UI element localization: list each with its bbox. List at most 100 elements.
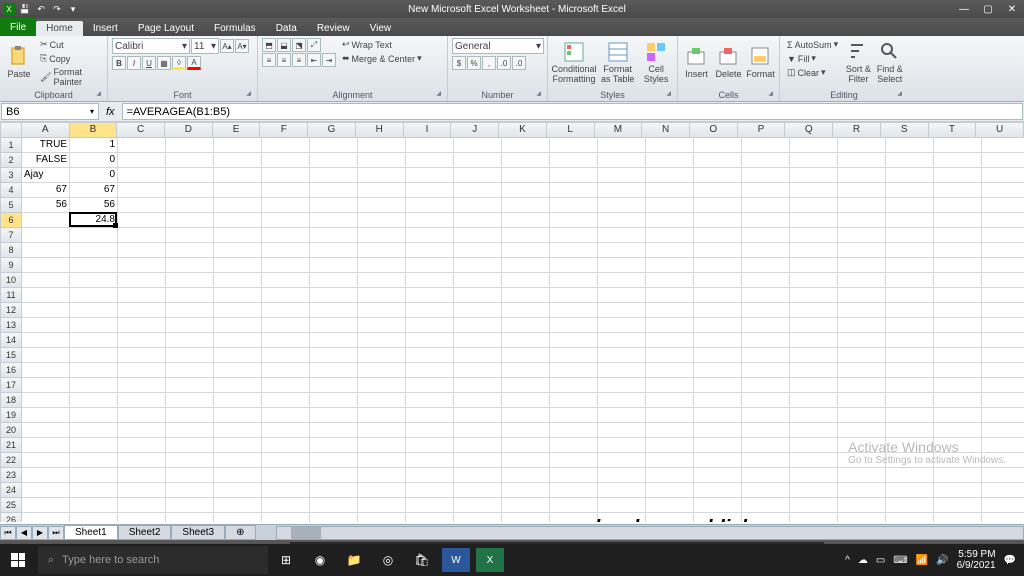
cell-E25[interactable] [214, 498, 262, 513]
name-box[interactable]: B6▾ [1, 103, 99, 120]
row-header-2[interactable]: 2 [0, 153, 22, 168]
cell-L1[interactable] [550, 138, 598, 153]
cell-O26[interactable] [694, 513, 742, 522]
cell-G5[interactable] [310, 198, 358, 213]
col-header-S[interactable]: S [881, 122, 929, 138]
cell-A15[interactable] [22, 348, 70, 363]
cell-E23[interactable] [214, 468, 262, 483]
cell-A8[interactable] [22, 243, 70, 258]
cell-S10[interactable] [886, 273, 934, 288]
cell-R11[interactable] [838, 288, 886, 303]
cell-R13[interactable] [838, 318, 886, 333]
cell-P19[interactable] [742, 408, 790, 423]
cell-H5[interactable] [358, 198, 406, 213]
cell-U9[interactable] [982, 258, 1024, 273]
cell-I21[interactable] [406, 438, 454, 453]
cell-K22[interactable] [502, 453, 550, 468]
col-header-C[interactable]: C [117, 122, 165, 138]
cell-B14[interactable] [70, 333, 118, 348]
inc-decimal-icon[interactable]: .0 [497, 56, 511, 70]
cell-N24[interactable] [646, 483, 694, 498]
tab-review[interactable]: Review [307, 21, 360, 36]
cell-K7[interactable] [502, 228, 550, 243]
cell-F9[interactable] [262, 258, 310, 273]
cell-Q22[interactable] [790, 453, 838, 468]
cell-O4[interactable] [694, 183, 742, 198]
cell-B7[interactable] [70, 228, 118, 243]
cell-O20[interactable] [694, 423, 742, 438]
cell-P14[interactable] [742, 333, 790, 348]
cell-N20[interactable] [646, 423, 694, 438]
cell-B4[interactable]: 67 [70, 183, 118, 198]
cell-K26[interactable] [502, 513, 550, 522]
cell-R12[interactable] [838, 303, 886, 318]
cell-N17[interactable] [646, 378, 694, 393]
cell-I11[interactable] [406, 288, 454, 303]
cell-T6[interactable] [934, 213, 982, 228]
cell-L2[interactable] [550, 153, 598, 168]
row-header-20[interactable]: 20 [0, 423, 22, 438]
cell-L22[interactable] [550, 453, 598, 468]
cell-U12[interactable] [982, 303, 1024, 318]
cell-G18[interactable] [310, 393, 358, 408]
cell-A17[interactable] [22, 378, 70, 393]
cell-T21[interactable] [934, 438, 982, 453]
cell-D18[interactable] [166, 393, 214, 408]
edge-icon[interactable]: ◉ [304, 544, 336, 576]
cell-D9[interactable] [166, 258, 214, 273]
cell-A24[interactable] [22, 483, 70, 498]
cell-N12[interactable] [646, 303, 694, 318]
cell-T13[interactable] [934, 318, 982, 333]
word-icon[interactable]: W [442, 548, 470, 572]
cell-I14[interactable] [406, 333, 454, 348]
cell-M15[interactable] [598, 348, 646, 363]
cell-O14[interactable] [694, 333, 742, 348]
cell-B21[interactable] [70, 438, 118, 453]
explorer-icon[interactable]: 📁 [338, 544, 370, 576]
row-header-24[interactable]: 24 [0, 483, 22, 498]
cell-Q4[interactable] [790, 183, 838, 198]
cell-A4[interactable]: 67 [22, 183, 70, 198]
cell-U1[interactable] [982, 138, 1024, 153]
cell-D2[interactable] [166, 153, 214, 168]
fill-button[interactable]: ▼Fill▾ [784, 52, 841, 65]
cell-G26[interactable] [310, 513, 358, 522]
cell-S2[interactable] [886, 153, 934, 168]
cell-N14[interactable] [646, 333, 694, 348]
cell-O1[interactable] [694, 138, 742, 153]
cell-R7[interactable] [838, 228, 886, 243]
cell-J6[interactable] [454, 213, 502, 228]
row-header-12[interactable]: 12 [0, 303, 22, 318]
col-header-J[interactable]: J [451, 122, 499, 138]
cell-U21[interactable] [982, 438, 1024, 453]
cell-J25[interactable] [454, 498, 502, 513]
cell-K20[interactable] [502, 423, 550, 438]
col-header-R[interactable]: R [833, 122, 881, 138]
cell-Q12[interactable] [790, 303, 838, 318]
cell-B6[interactable]: 24.8 [70, 213, 118, 228]
cell-J21[interactable] [454, 438, 502, 453]
insert-cells-button[interactable]: Insert [682, 38, 711, 88]
cell-A23[interactable] [22, 468, 70, 483]
font-size-combo[interactable]: 11▾ [191, 38, 219, 54]
cell-F12[interactable] [262, 303, 310, 318]
cell-M9[interactable] [598, 258, 646, 273]
align-bottom-icon[interactable]: ⬔ [292, 38, 306, 52]
cell-G12[interactable] [310, 303, 358, 318]
row-header-5[interactable]: 5 [0, 198, 22, 213]
cell-H25[interactable] [358, 498, 406, 513]
cell-O10[interactable] [694, 273, 742, 288]
cell-H15[interactable] [358, 348, 406, 363]
cell-G24[interactable] [310, 483, 358, 498]
cell-U16[interactable] [982, 363, 1024, 378]
cell-H11[interactable] [358, 288, 406, 303]
cell-P25[interactable] [742, 498, 790, 513]
cell-F13[interactable] [262, 318, 310, 333]
cell-U3[interactable] [982, 168, 1024, 183]
cell-M17[interactable] [598, 378, 646, 393]
cell-R18[interactable] [838, 393, 886, 408]
row-header-7[interactable]: 7 [0, 228, 22, 243]
cell-Q17[interactable] [790, 378, 838, 393]
col-header-B[interactable]: B [70, 122, 118, 138]
number-format-combo[interactable]: General▾ [452, 38, 544, 54]
